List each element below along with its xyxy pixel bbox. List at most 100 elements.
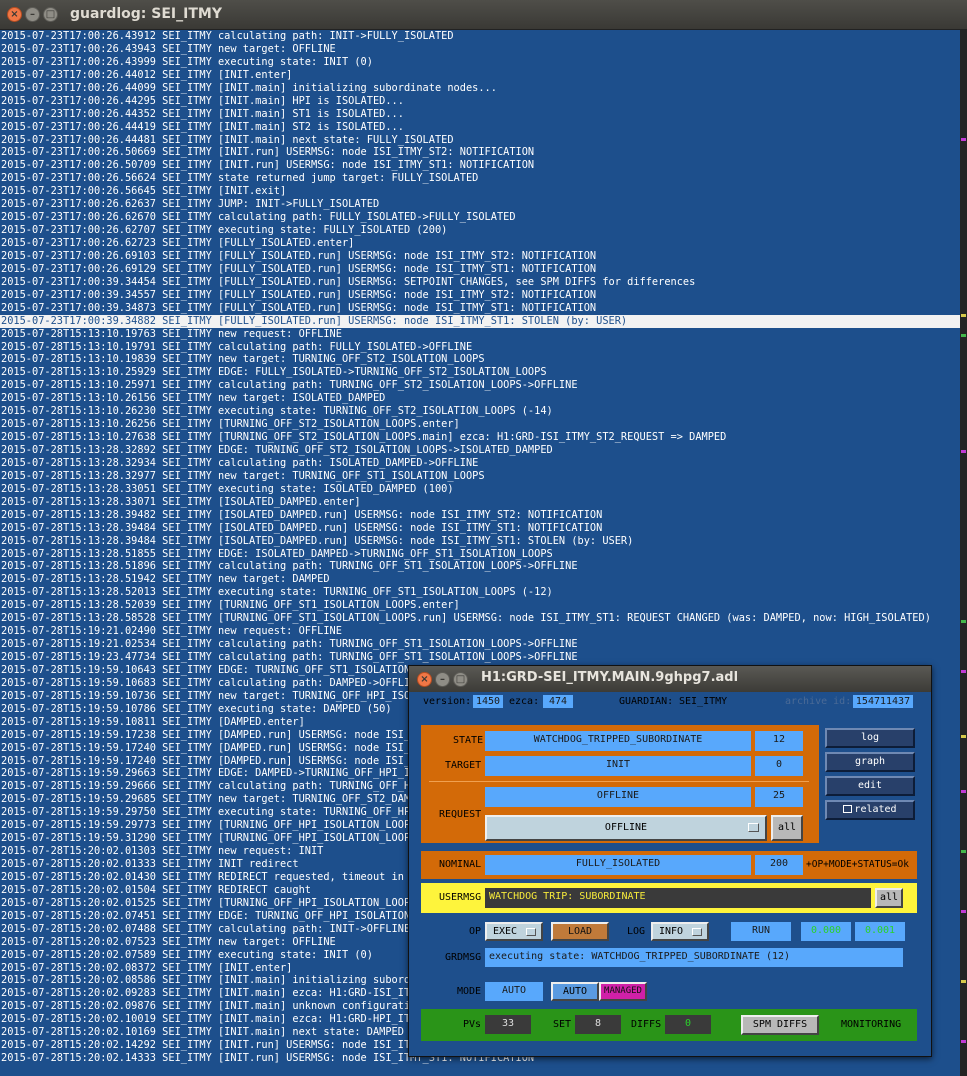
- op-select-value: EXEC: [493, 926, 518, 937]
- grdmsg-label: GRDMSG: [445, 952, 482, 963]
- log-line: 2015-07-28T15:13:10.19839 SEI_ITMY new t…: [1, 353, 485, 366]
- log-line: 2015-07-23T17:00:26.43943 SEI_ITMY new t…: [1, 42, 336, 55]
- nominal-label: NOMINAL: [439, 859, 482, 870]
- graph-button[interactable]: graph: [825, 752, 915, 772]
- request-select-value: OFFLINE: [604, 822, 648, 833]
- load-button[interactable]: LOAD: [551, 922, 609, 941]
- grdmsg-value: executing state: WATCHDOG_TRIPPED_SUBORD…: [485, 948, 903, 967]
- log-line: 2015-07-23T17:00:26.43912 SEI_ITMY calcu…: [1, 30, 454, 42]
- status-flags: +OP+MODE+STATUS=Ok: [806, 859, 909, 870]
- request-label: REQUEST: [439, 809, 482, 820]
- run-value-1: 0.000: [801, 922, 851, 941]
- scroll-marker: [961, 850, 966, 853]
- medm-titlebar: × – □ H1:GRD-SEI_ITMY.MAIN.9ghpg7.adl: [409, 666, 931, 692]
- log-line: 2015-07-28T15:13:10.19763 SEI_ITMY new r…: [1, 327, 342, 340]
- target-label: TARGET: [445, 760, 482, 771]
- log-line: 2015-07-28T15:13:10.19791 SEI_ITMY calcu…: [1, 340, 473, 353]
- log-button[interactable]: log: [825, 728, 915, 748]
- log-line: 2015-07-23T17:00:26.43999 SEI_ITMY execu…: [1, 55, 373, 68]
- target-index: 0: [755, 756, 803, 776]
- op-label: OP: [469, 926, 482, 937]
- log-line: 2015-07-28T15:13:28.33051 SEI_ITMY execu…: [1, 482, 454, 495]
- usermsg-value: WATCHDOG TRIP: SUBORDINATE: [485, 888, 871, 908]
- state-value: WATCHDOG_TRIPPED_SUBORDINATE: [485, 731, 751, 751]
- log-line: 2015-07-28T15:19:23.47734 SEI_ITMY calcu…: [1, 651, 578, 663]
- log-line: 2015-07-23T17:00:26.50709 SEI_ITMY [INIT…: [1, 159, 535, 172]
- log-line-selected: 2015-07-23T17:00:39.34882 SEI_ITMY [FULL…: [0, 314, 960, 328]
- diffs-label: DIFFS: [631, 1019, 662, 1030]
- usermsg-label: USERMSG: [439, 892, 482, 903]
- scroll-marker: [961, 910, 966, 913]
- op-select[interactable]: EXEC: [485, 922, 543, 941]
- log-line: 2015-07-23T17:00:26.44012 SEI_ITMY [INIT…: [1, 68, 293, 81]
- mode-managed-button[interactable]: MANAGED: [599, 982, 647, 1001]
- log-line: 2015-07-23T17:00:26.44295 SEI_ITMY [INIT…: [1, 94, 404, 107]
- set-label: SET: [553, 1019, 572, 1030]
- ezca-value: 474: [543, 695, 573, 708]
- log-line: 2015-07-28T15:13:28.51896 SEI_ITMY calcu…: [1, 560, 578, 573]
- archive-id: 154711437: [853, 695, 913, 708]
- run-value-2: 0.001: [855, 922, 905, 941]
- state-index: 12: [755, 731, 803, 751]
- log-line: 2015-07-23T17:00:39.34873 SEI_ITMY [FULL…: [1, 301, 597, 314]
- log-line: 2015-07-28T15:13:28.32977 SEI_ITMY new t…: [1, 469, 485, 482]
- log-line: 2015-07-28T15:13:28.39484 SEI_ITMY [ISOL…: [1, 521, 603, 534]
- log-level-label: LOG: [627, 926, 646, 937]
- log-line: 2015-07-28T15:13:28.39482 SEI_ITMY [ISOL…: [1, 508, 603, 521]
- log-line: 2015-07-23T17:00:26.44481 SEI_ITMY [INIT…: [1, 133, 454, 146]
- scroll-marker: [961, 735, 966, 738]
- log-line: 2015-07-28T15:13:10.26156 SEI_ITMY new t…: [1, 392, 386, 405]
- related-button-label: related: [854, 804, 897, 815]
- log-line: 2015-07-28T15:13:10.27638 SEI_ITMY [TURN…: [1, 431, 727, 444]
- log-line: 2015-07-28T15:13:10.26230 SEI_ITMY execu…: [1, 405, 553, 418]
- log-line: 2015-07-23T17:00:26.56624 SEI_ITMY state…: [1, 172, 479, 185]
- set-value: 8: [575, 1015, 621, 1034]
- log-line: 2015-07-28T15:13:28.39484 SEI_ITMY [ISOL…: [1, 534, 634, 547]
- log-line: 2015-07-23T17:00:39.34557 SEI_ITMY [FULL…: [1, 288, 597, 301]
- edit-button[interactable]: edit: [825, 776, 915, 796]
- request-all-button[interactable]: all: [771, 815, 803, 841]
- request-select[interactable]: OFFLINE: [485, 815, 767, 841]
- close-icon[interactable]: ×: [7, 7, 22, 22]
- close-icon[interactable]: ×: [417, 672, 432, 687]
- menu-indicator-icon: [526, 928, 536, 936]
- guardian-label: GUARDIAN:: [619, 696, 674, 707]
- log-line: 2015-07-28T15:13:10.25929 SEI_ITMY EDGE:…: [1, 366, 547, 379]
- scroll-marker: [961, 1040, 966, 1043]
- related-button[interactable]: related: [825, 800, 915, 820]
- mode-label: MODE: [457, 986, 482, 997]
- log-line: 2015-07-28T15:19:21.02490 SEI_ITMY new r…: [1, 625, 342, 638]
- log-level-select[interactable]: INFO: [651, 922, 709, 941]
- pvs-label: PVs: [463, 1019, 482, 1030]
- target-value: INIT: [485, 756, 751, 776]
- log-line: 2015-07-23T17:00:26.69103 SEI_ITMY [FULL…: [1, 249, 597, 262]
- pvs-value: 33: [485, 1015, 531, 1034]
- scroll-marker: [961, 334, 966, 337]
- nominal-value: FULLY_ISOLATED: [485, 855, 751, 875]
- maximize-icon[interactable]: □: [453, 672, 468, 687]
- ezca-label: ezca:: [509, 696, 540, 707]
- guardian-name: SEI_ITMY: [679, 696, 728, 707]
- scroll-marker: [961, 314, 966, 317]
- scrollbar[interactable]: [960, 30, 967, 1076]
- log-line: 2015-07-23T17:00:26.44099 SEI_ITMY [INIT…: [1, 81, 497, 94]
- log-line: 2015-07-23T17:00:26.44352 SEI_ITMY [INIT…: [1, 107, 404, 120]
- log-line: 2015-07-23T17:00:26.62670 SEI_ITMY calcu…: [1, 211, 516, 224]
- log-line: 2015-07-28T15:13:28.32934 SEI_ITMY calcu…: [1, 456, 479, 469]
- menu-indicator-icon: [748, 823, 759, 832]
- divider: [429, 781, 809, 782]
- log-line: 2015-07-28T15:13:10.25971 SEI_ITMY calcu…: [1, 379, 578, 392]
- minimize-icon[interactable]: –: [25, 7, 40, 22]
- nominal-index: 200: [755, 855, 803, 875]
- scroll-marker: [961, 620, 966, 623]
- state-label: STATE: [453, 735, 484, 746]
- usermsg-all-button[interactable]: all: [875, 888, 903, 908]
- maximize-icon[interactable]: □: [43, 7, 58, 22]
- log-line: 2015-07-23T17:00:26.62637 SEI_ITMY JUMP:…: [1, 198, 380, 211]
- scroll-marker: [961, 450, 966, 453]
- spm-diffs-button[interactable]: SPM DIFFS: [741, 1015, 819, 1035]
- mode-auto-button[interactable]: AUTO: [551, 982, 599, 1001]
- guardian-medm-window: × – □ H1:GRD-SEI_ITMY.MAIN.9ghpg7.adl ve…: [408, 665, 932, 1057]
- window-title: guardlog: SEI_ITMY: [70, 6, 222, 22]
- minimize-icon[interactable]: –: [435, 672, 450, 687]
